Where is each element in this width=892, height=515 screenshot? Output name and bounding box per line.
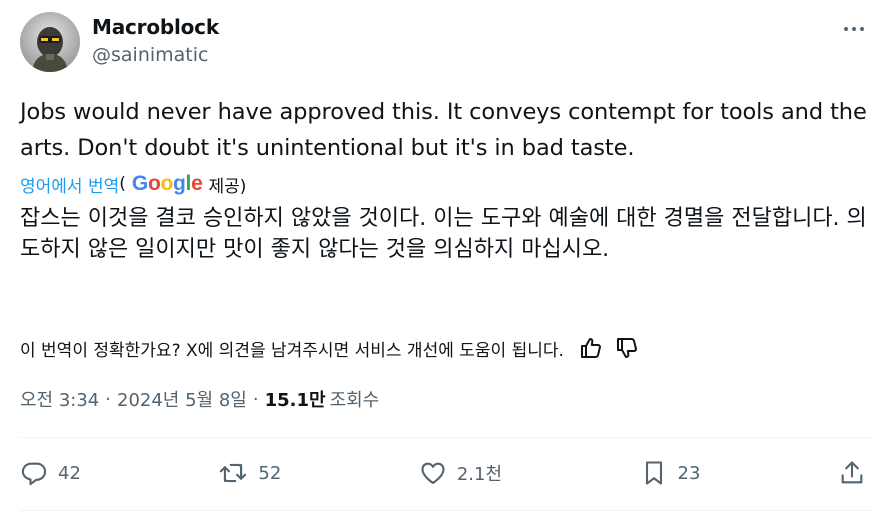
tweet-header: Macroblock @sainimatic xyxy=(20,12,872,74)
translation-feedback: 이 번역이 정확한가요? X에 의견을 남겨주시면 서비스 개선에 도움이 됩니… xyxy=(20,333,642,363)
open-paren: ( xyxy=(119,174,126,194)
thumbs-down-icon[interactable] xyxy=(612,333,642,363)
like-count: 2.1천 xyxy=(456,464,503,485)
share-icon xyxy=(838,459,866,487)
feedback-prompt: 이 번역이 정확한가요? X에 의견을 남겨주시면 서비스 개선에 도움이 됩니… xyxy=(20,340,564,361)
user-handle[interactable]: @sainimatic xyxy=(92,42,219,68)
bookmark-count: 23 xyxy=(677,462,701,484)
avatar[interactable] xyxy=(20,12,80,72)
author-names: Macroblock @sainimatic xyxy=(92,14,219,68)
tweet-text: Jobs would never have approved this. It … xyxy=(20,99,867,161)
meta-separator: · xyxy=(252,388,259,410)
tweet-time[interactable]: 오전 3:34 xyxy=(20,386,99,412)
views-label: 조회수 xyxy=(329,390,380,411)
google-logo: Google xyxy=(131,172,203,195)
action-bar: 42 52 2.1천 23 xyxy=(20,451,866,495)
translated-text: 잡스는 이것을 결코 승인하지 않았을 것이다. 이는 도구와 예술에 대한 경… xyxy=(20,206,867,262)
repost-icon xyxy=(218,459,248,487)
reply-count: 42 xyxy=(58,462,81,484)
tweet-date[interactable]: 2024년 5월 8일 xyxy=(117,386,247,412)
repost-count: 52 xyxy=(258,462,282,484)
reply-button[interactable]: 42 xyxy=(20,459,81,487)
tweet-meta: 오전 3:34 · 2024년 5월 8일 · 15.1만 조회수 xyxy=(20,385,379,413)
translation-attribution: 영어에서 번역 ( Google 제공) xyxy=(20,170,246,198)
bookmark-icon xyxy=(640,459,668,487)
repost-button[interactable]: 52 xyxy=(218,459,281,487)
thumbs-up-icon[interactable] xyxy=(576,333,606,363)
provided-label: 제공) xyxy=(208,176,247,197)
meta-separator: · xyxy=(105,388,111,410)
display-name[interactable]: Macroblock xyxy=(92,14,219,40)
views-count[interactable]: 15.1만 xyxy=(265,386,326,412)
more-icon[interactable] xyxy=(840,18,868,40)
share-button[interactable] xyxy=(838,459,866,487)
reply-icon xyxy=(20,459,48,487)
like-button[interactable]: 2.1천 xyxy=(419,459,502,487)
like-icon xyxy=(419,459,447,487)
translated-from-link[interactable]: 영어에서 번역 xyxy=(20,172,119,197)
bookmark-button[interactable]: 23 xyxy=(640,459,701,487)
divider xyxy=(20,510,872,511)
divider xyxy=(20,437,872,438)
